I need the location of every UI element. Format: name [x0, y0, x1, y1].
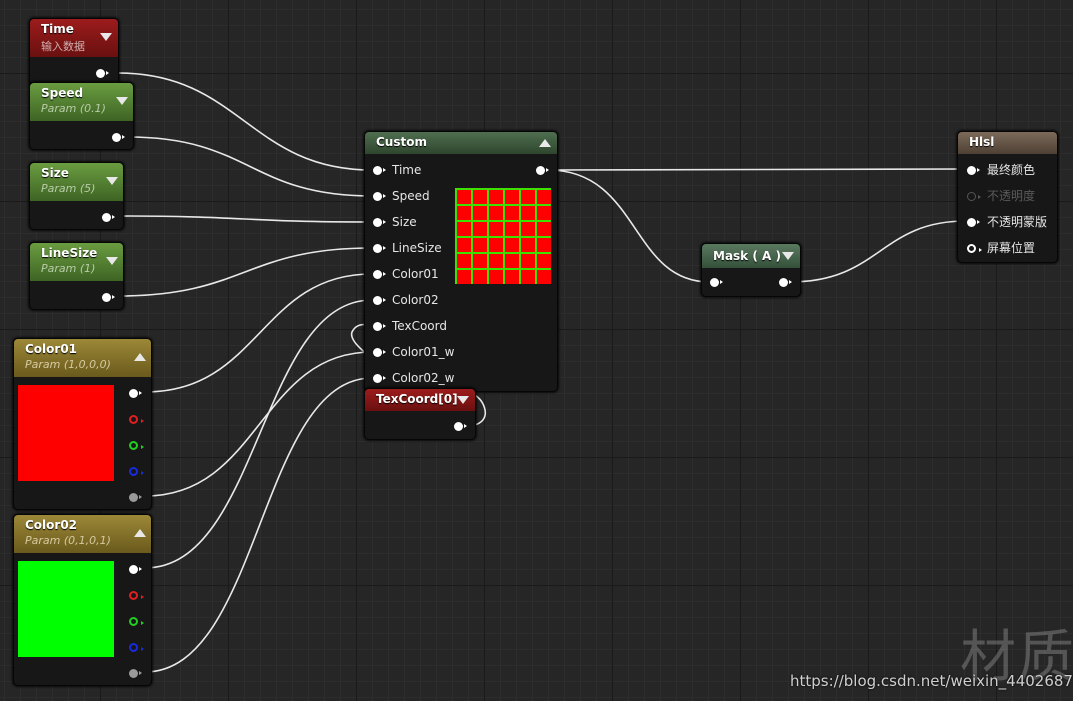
hlsl-node-title: Hlsl — [969, 135, 995, 149]
linesize-node-subtitle: Param (1) — [41, 262, 96, 275]
custom-input-pin-color02w[interactable] — [373, 374, 386, 383]
color02-a-pin[interactable] — [129, 669, 142, 678]
custom-input-label: LineSize — [392, 241, 442, 255]
size-node-subtitle: Param (5) — [41, 182, 96, 195]
custom-input-pin-color01w[interactable] — [373, 348, 386, 357]
mask-output-pin[interactable] — [779, 278, 792, 287]
wire-custom-to-mask — [547, 169, 711, 283]
custom-node-title: Custom — [376, 135, 427, 149]
custom-input-label: TexCoord — [392, 319, 447, 333]
texcoord-output-pin[interactable] — [454, 422, 467, 431]
hlsl-input-pin-opacity-mask[interactable] — [967, 218, 980, 227]
speed-node-subtitle: Param (0.1) — [41, 102, 106, 115]
color01-b-pin[interactable] — [129, 467, 144, 476]
custom-input-label: Color01 — [392, 267, 439, 281]
expand-arrow-icon[interactable] — [134, 529, 146, 537]
hlsl-input-label: 不透明度 — [987, 189, 1036, 203]
color01-a-pin[interactable] — [129, 493, 142, 502]
color02-rgb-pin[interactable] — [129, 565, 142, 574]
wire-color02w-to-custom — [144, 377, 373, 673]
custom-input-label: Time — [392, 163, 422, 177]
time-node-subtitle: 输入数据 — [41, 40, 85, 53]
mask-node-title: Mask ( A ) — [713, 249, 781, 263]
custom-input-label: Size — [392, 215, 417, 229]
custom-input-label: Color02_w — [392, 371, 455, 385]
wire-color01w-to-custom — [144, 351, 373, 497]
color01-swatch — [18, 385, 114, 481]
hlsl-input-label: 不透明蒙版 — [987, 215, 1048, 229]
expand-arrow-icon[interactable] — [539, 139, 551, 147]
custom-input-pin-color02[interactable] — [373, 296, 386, 305]
linesize-node[interactable]: LineSize Param (1) — [29, 242, 124, 310]
watermark-url: https://blog.csdn.net/weixin_44026878 — [790, 672, 1073, 690]
collapse-arrow-icon[interactable] — [116, 97, 128, 105]
color01-g-pin[interactable] — [129, 441, 144, 450]
wire-size-to-custom — [117, 215, 373, 223]
graph-canvas[interactable]: Time 输入数据 Speed Param (0.1) Size Param (… — [0, 0, 1073, 701]
hlsl-input-label: 最终颜色 — [987, 163, 1036, 177]
custom-input-pin-linesize[interactable] — [373, 244, 386, 253]
size-node[interactable]: Size Param (5) — [29, 162, 124, 230]
speed-node[interactable]: Speed Param (0.1) — [29, 82, 134, 150]
color01-r-pin[interactable] — [129, 415, 144, 424]
color02-b-pin[interactable] — [129, 643, 144, 652]
custom-preview-thumbnail — [455, 188, 551, 284]
wire-custom-to-hlsl — [547, 168, 967, 171]
color01-rgb-pin[interactable] — [129, 389, 142, 398]
custom-input-pin-color01[interactable] — [373, 270, 386, 279]
time-node-title: Time — [41, 22, 74, 36]
time-node[interactable]: Time 输入数据 — [29, 18, 119, 86]
color02-r-pin[interactable] — [129, 591, 144, 600]
wire-time-to-custom — [117, 72, 373, 171]
hlsl-input-pin-final-color[interactable] — [967, 166, 980, 175]
custom-input-label: Speed — [392, 189, 430, 203]
speed-node-title: Speed — [41, 86, 84, 100]
color02-node-title: Color02 — [25, 518, 78, 532]
color01-node-title: Color01 — [25, 342, 78, 356]
hlsl-node[interactable]: Hlsl 最终颜色 不透明度 不透明蒙版 屏幕位置 — [957, 131, 1058, 263]
custom-input-label: Color02 — [392, 293, 439, 307]
custom-input-pin-speed[interactable] — [373, 192, 386, 201]
color02-node-subtitle: Param (0,1,0,1) — [25, 534, 111, 547]
color02-node[interactable]: Color02 Param (0,1,0,1) — [13, 514, 152, 686]
collapse-arrow-icon[interactable] — [106, 177, 118, 185]
custom-input-pin-texcoord[interactable] — [373, 322, 386, 331]
wire-linesize-to-custom — [117, 247, 373, 297]
custom-node[interactable]: Custom Time Speed Size LineSize Color01 … — [364, 131, 558, 392]
wire-mask-to-hlsl — [789, 220, 967, 283]
collapse-arrow-icon[interactable] — [782, 252, 794, 260]
color02-g-pin[interactable] — [129, 617, 144, 626]
color02-swatch — [18, 561, 114, 657]
custom-input-pin-size[interactable] — [373, 218, 386, 227]
hlsl-input-pin-screen-position[interactable] — [967, 244, 982, 253]
collapse-arrow-icon[interactable] — [457, 396, 469, 404]
custom-output-pin[interactable] — [536, 166, 549, 175]
color01-node-subtitle: Param (1,0,0,0) — [25, 358, 111, 371]
linesize-node-title: LineSize — [41, 246, 98, 260]
time-output-pin[interactable] — [96, 69, 109, 78]
custom-input-label: Color01_w — [392, 345, 455, 359]
color01-node[interactable]: Color01 Param (1,0,0,0) — [13, 338, 152, 510]
collapse-arrow-icon[interactable] — [106, 257, 118, 265]
mask-node[interactable]: Mask ( A ) — [701, 243, 801, 297]
size-output-pin[interactable] — [102, 213, 115, 222]
custom-input-pin-time[interactable] — [373, 166, 386, 175]
hlsl-input-label: 屏幕位置 — [987, 241, 1036, 255]
mask-input-pin[interactable] — [710, 278, 723, 287]
texcoord-node-title: TexCoord[0] — [376, 392, 458, 406]
collapse-arrow-icon[interactable] — [100, 33, 112, 41]
linesize-output-pin[interactable] — [102, 293, 115, 302]
hlsl-input-pin-opacity[interactable] — [967, 192, 981, 201]
speed-output-pin[interactable] — [112, 133, 125, 142]
size-node-title: Size — [41, 166, 69, 180]
expand-arrow-icon[interactable] — [134, 353, 146, 361]
texcoord-node[interactable]: TexCoord[0] — [364, 388, 476, 440]
